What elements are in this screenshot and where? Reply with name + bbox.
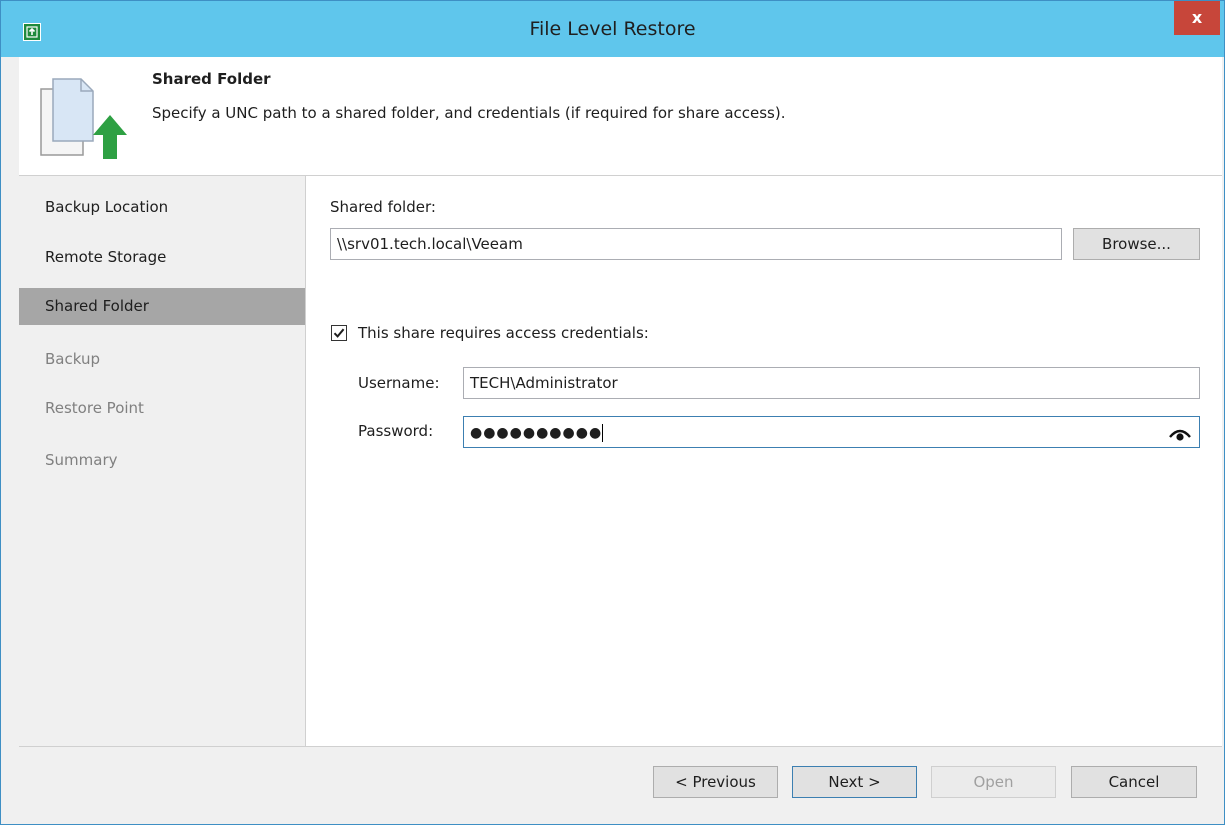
previous-button[interactable]: < Previous [653,766,778,798]
next-button[interactable]: Next > [792,766,917,798]
credentials-checkbox-label[interactable]: This share requires access credentials: [358,324,649,342]
sidebar-item-backup: Backup [45,350,100,368]
shared-folder-label: Shared folder: [330,198,436,216]
shared-folder-input[interactable]: \\srv01.tech.local\Veeam [330,228,1062,260]
wizard-steps-sidebar: Backup Location Remote Storage Shared Fo… [19,176,305,746]
checkmark-icon [333,328,345,338]
sidebar-item-summary: Summary [45,451,118,469]
sidebar-item-remote-storage[interactable]: Remote Storage [19,239,305,276]
eye-icon[interactable] [1169,423,1191,441]
password-input[interactable]: ●●●●●●●●●● [463,416,1200,448]
sidebar-item-backup-location[interactable]: Backup Location [19,189,305,226]
password-value: ●●●●●●●●●● [470,425,603,441]
dialog-window: File Level Restore x Shared Folder Speci… [0,0,1225,825]
close-button[interactable]: x [1174,1,1220,35]
text-caret [602,423,604,442]
page-description: Specify a UNC path to a shared folder, a… [152,104,786,122]
browse-button[interactable]: Browse... [1073,228,1200,260]
username-label: Username: [358,374,440,392]
username-input[interactable]: TECH\Administrator [463,367,1200,399]
page-title: Shared Folder [152,70,271,88]
main-content [306,176,1222,746]
page-header: Shared Folder Specify a UNC path to a sh… [19,57,1222,175]
open-button: Open [931,766,1056,798]
file-upload-icon [37,77,127,161]
cancel-button[interactable]: Cancel [1071,766,1197,798]
window-title: File Level Restore [529,18,696,40]
sidebar-item-restore-point: Restore Point [45,399,144,417]
credentials-checkbox[interactable] [331,325,347,341]
password-label: Password: [358,422,434,440]
sidebar-item-shared-folder[interactable]: Shared Folder [19,288,305,325]
title-bar[interactable]: File Level Restore x [1,1,1224,57]
